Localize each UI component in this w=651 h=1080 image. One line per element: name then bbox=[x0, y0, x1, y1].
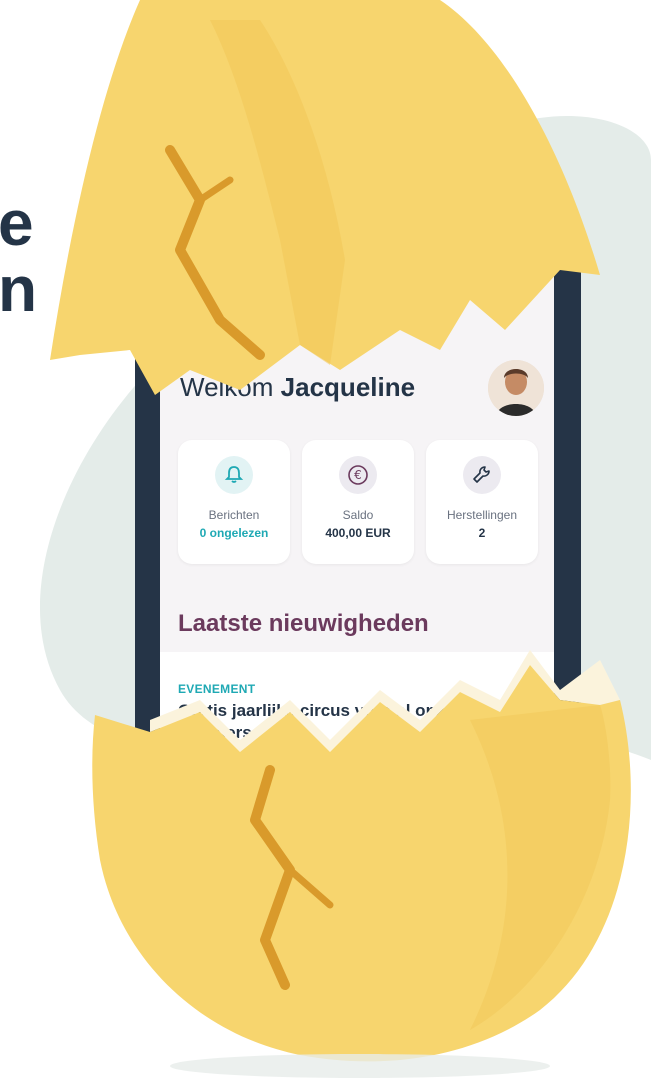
egg-shell-illustration bbox=[50, 0, 631, 1078]
